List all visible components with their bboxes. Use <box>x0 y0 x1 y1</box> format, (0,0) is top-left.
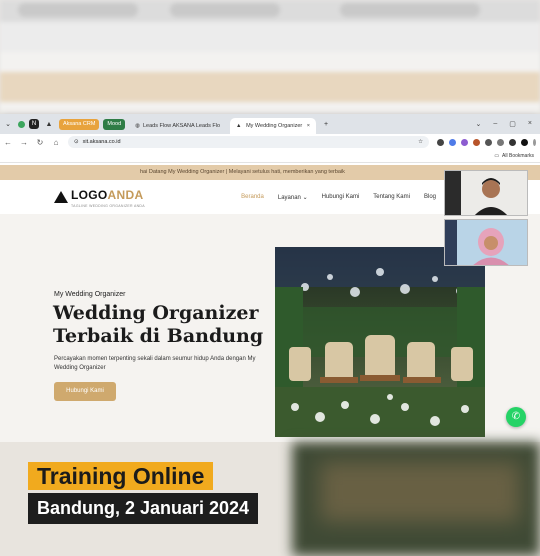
chip-mood[interactable]: Mood <box>103 118 126 130</box>
menu-item-label: Layanan <box>277 194 301 201</box>
screenshot: ⌄ N ▲ Aksana CRM Mood ◍ Leads Flow AKSAN… <box>0 0 540 556</box>
chevron-down-icon[interactable]: ⌄ <box>476 120 482 128</box>
avatar[interactable] <box>521 138 528 146</box>
extension-icon[interactable] <box>437 138 444 146</box>
video-participant-tile <box>444 170 528 216</box>
hero-title-line1: Wedding Organizer <box>53 302 259 324</box>
hero-eyebrow: My Wedding Organizer <box>54 291 126 298</box>
chevron-down-icon: ⌄ <box>302 194 308 201</box>
menu-item-tentang-kami[interactable]: Tentang Kami <box>373 194 410 201</box>
blurred-background-top <box>0 0 540 114</box>
site-menu: Beranda Layanan ⌄ Hubungi Kami Tentang K… <box>241 194 436 201</box>
bookmarks-folder-icon: ▭ <box>494 153 500 159</box>
tab-label: My Wedding Organizer <box>246 123 303 129</box>
extension-icon[interactable] <box>449 138 456 146</box>
sidebar-icon[interactable] <box>509 138 516 146</box>
wedding-decor-photo <box>275 247 485 437</box>
pinned-tab-icon[interactable] <box>18 120 25 128</box>
tab-label: Leads Flow AKSANA Leads Flo <box>142 123 221 129</box>
minimize-icon[interactable]: – <box>493 120 497 128</box>
hero-subtitle: Percayakan momen terpenting sekali dalam… <box>54 356 256 371</box>
bookmarks-bar: ▭ All Bookmarks <box>0 150 540 163</box>
logo-tagline: TAGLINE WEDDING ORGANIZER ANDA <box>71 204 145 208</box>
all-bookmarks-link[interactable]: All Bookmarks <box>502 153 534 159</box>
menu-item-hubungi-kami[interactable]: Hubungi Kami <box>322 194 360 201</box>
whatsapp-icon[interactable]: ✆ <box>506 407 526 427</box>
menu-icon[interactable] <box>533 138 536 146</box>
home-icon[interactable]: ⌂ <box>52 138 60 147</box>
hero-title-line2: Terbaik di Bandung <box>53 325 264 347</box>
menu-item-blog[interactable]: Blog <box>424 194 436 201</box>
globe-icon: ◍ <box>135 123 140 129</box>
extension-icon[interactable] <box>461 138 468 146</box>
hubungi-kami-button[interactable]: Hubungi Kami <box>54 382 116 401</box>
logo-text-part2: ANDA <box>107 188 144 202</box>
site-info-icon[interactable]: ⊙ <box>74 136 79 148</box>
logo-triangle-icon <box>54 191 68 203</box>
caption-location-date: Bandung, 2 Januari 2024 <box>28 493 259 524</box>
menu-item-layanan[interactable]: Layanan ⌄ <box>278 194 308 201</box>
url-text: xit.aksana.co.id <box>82 139 121 145</box>
hero-title: Wedding Organizer Terbaik di Bandung <box>53 302 263 348</box>
tab-my-wedding-organizer[interactable]: ▲ My Wedding Organizer × <box>230 118 317 134</box>
forward-icon[interactable]: → <box>20 138 28 147</box>
logo-text-part1: LOGO <box>71 188 108 202</box>
site-logo[interactable]: LOGOANDA TAGLINE WEDDING ORGANIZER ANDA <box>54 186 145 208</box>
menu-item-beranda[interactable]: Beranda <box>241 194 264 201</box>
chip-aksana-crm[interactable]: Aksana CRM <box>59 118 100 130</box>
new-tab-icon[interactable]: + <box>320 118 332 130</box>
back-icon[interactable]: ← <box>4 138 12 147</box>
tab-search-icon[interactable]: ⌄ <box>2 118 14 130</box>
reload-icon[interactable]: ↻ <box>36 138 44 147</box>
puzzle-icon[interactable] <box>497 138 504 146</box>
close-window-icon[interactable]: × <box>528 120 532 128</box>
close-icon[interactable]: × <box>307 118 310 134</box>
pinned-tab-icon[interactable]: N <box>29 119 39 129</box>
tab-leads-flow[interactable]: ◍ Leads Flow AKSANA Leads Flo <box>129 118 226 134</box>
tab-logo-icon: ▲ <box>236 123 242 129</box>
extension-icon[interactable] <box>473 138 480 146</box>
maximize-icon[interactable]: ▢ <box>509 120 516 128</box>
caption-training-online: Training Online <box>28 462 214 490</box>
extensions <box>437 138 536 146</box>
pinned-tab-logo-icon[interactable]: ▲ <box>43 118 55 130</box>
tab-strip: ⌄ N ▲ Aksana CRM Mood ◍ Leads Flow AKSAN… <box>0 114 540 134</box>
video-participant-tile <box>444 219 528 266</box>
browser-toolbar: ← → ↻ ⌂ ⊙ xit.aksana.co.id ☆ <box>0 134 540 150</box>
star-icon[interactable]: ☆ <box>418 136 423 148</box>
extension-icon[interactable] <box>485 138 492 146</box>
address-bar[interactable]: ⊙ xit.aksana.co.id ☆ <box>68 136 429 148</box>
